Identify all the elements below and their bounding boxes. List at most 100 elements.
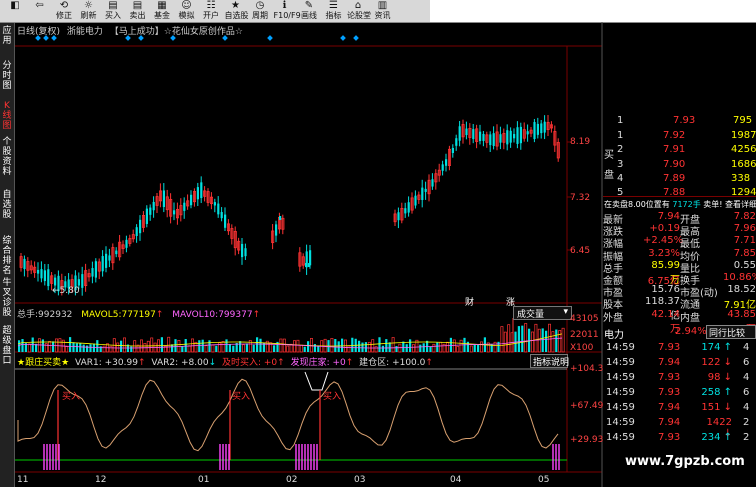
volume-bar bbox=[524, 323, 528, 353]
volume-bar bbox=[477, 345, 480, 352]
tick-cell: 6 bbox=[743, 387, 750, 398]
volume-bar bbox=[432, 343, 436, 353]
volume-bar bbox=[409, 339, 412, 352]
volume-bar bbox=[395, 346, 398, 352]
volume-bar bbox=[204, 345, 208, 353]
volume-bar bbox=[150, 337, 154, 353]
volume-bar bbox=[146, 340, 150, 353]
candle bbox=[162, 190, 165, 208]
tick-cell: 2 bbox=[743, 417, 750, 428]
x-axis-label: 03 bbox=[354, 475, 366, 485]
tick-row[interactable]: 14:59 7.93 98 ↓ 4 bbox=[603, 372, 756, 385]
volume-bar bbox=[38, 338, 41, 353]
tick-cell: 14:59 bbox=[606, 417, 635, 428]
marker-icon bbox=[125, 35, 131, 41]
indicator-header: ★跟庄买卖★ VAR1: +30.99↑ VAR2: +8.00↓ 及时买入: … bbox=[17, 358, 433, 368]
marker-icon bbox=[222, 35, 228, 41]
volume-tick: 22011 bbox=[570, 330, 599, 340]
event-label[interactable]: 财 bbox=[465, 295, 474, 308]
tick-cell: 7.94 bbox=[658, 402, 681, 413]
volume-bar bbox=[187, 345, 191, 353]
candle bbox=[279, 216, 282, 220]
volume-bar bbox=[184, 339, 187, 352]
ask-row[interactable]: 1 7.93 795 bbox=[603, 115, 756, 128]
candle bbox=[105, 253, 108, 268]
volume-bar bbox=[367, 341, 371, 353]
tick-cell: 7.93 bbox=[658, 372, 681, 383]
candle bbox=[499, 134, 502, 143]
volume-bar bbox=[27, 343, 31, 353]
bid-row[interactable]: 3 7.90 1686 bbox=[603, 159, 756, 172]
x-axis-label: 05 bbox=[538, 475, 550, 485]
mavol10-label: MAVOL10: bbox=[172, 310, 219, 320]
volume-bar bbox=[259, 338, 262, 352]
stat-value: 7.85 bbox=[733, 247, 756, 259]
total-label: 总手: bbox=[17, 310, 39, 320]
volume-bar bbox=[296, 339, 300, 353]
cell: 7.91 bbox=[663, 144, 686, 156]
candle bbox=[482, 133, 485, 141]
volume-bar bbox=[279, 338, 283, 353]
tick-row[interactable]: 14:59 7.94 1422 ↓ 2 bbox=[603, 417, 756, 439]
candle bbox=[47, 269, 50, 287]
volume-bar bbox=[58, 338, 62, 353]
bid-row[interactable]: 1 7.92 1987 bbox=[603, 130, 756, 143]
peer-compare-tab[interactable]: 同行比较 bbox=[706, 325, 756, 339]
cell: 338 bbox=[731, 172, 751, 184]
candle bbox=[472, 129, 475, 140]
var1-line bbox=[17, 378, 559, 452]
volume-tab[interactable]: 成交量 ▾ bbox=[513, 306, 572, 320]
volume-bar bbox=[341, 338, 344, 352]
low-price-label: ←5.80 bbox=[52, 286, 80, 296]
tick-cell: 234 ↑ bbox=[701, 432, 732, 443]
volume-bar bbox=[497, 341, 500, 352]
candle bbox=[458, 126, 461, 141]
candle bbox=[213, 202, 216, 206]
x-axis-label: 04 bbox=[450, 475, 462, 485]
volume-bar bbox=[385, 339, 388, 352]
candle bbox=[516, 127, 519, 144]
tick-row[interactable]: 14:59 7.93 258 ↑ 6 bbox=[603, 387, 756, 400]
tick-row[interactable]: 14:59 7.93 234 ↑ 2 bbox=[603, 432, 756, 445]
candle bbox=[509, 130, 512, 143]
volume-bar bbox=[558, 330, 562, 353]
tick-cell: 4 bbox=[743, 342, 750, 353]
volume-bar bbox=[429, 346, 432, 352]
cell: 1 bbox=[617, 115, 624, 126]
volume-bar bbox=[469, 345, 473, 353]
volume-bar bbox=[480, 341, 483, 353]
volume-bar bbox=[102, 345, 106, 353]
tick-row[interactable]: 14:59 7.94 151 ↓ 4 bbox=[603, 402, 756, 415]
volume-bar bbox=[330, 338, 334, 353]
volume-bar bbox=[225, 339, 228, 352]
cell: 7.90 bbox=[663, 158, 686, 170]
volume-bar bbox=[303, 346, 306, 352]
x-axis-label: 02 bbox=[286, 475, 298, 485]
tick-cell: 14:59 bbox=[606, 342, 635, 353]
price-tick: 7.32 bbox=[570, 193, 591, 203]
sector-name[interactable]: 电力 bbox=[604, 326, 624, 341]
stat-value: 15.76 bbox=[651, 284, 680, 296]
var1: VAR1: +30.99 bbox=[75, 358, 138, 368]
volume-bar bbox=[174, 339, 177, 352]
tick-cell: 4 bbox=[743, 372, 750, 383]
volume-bar bbox=[521, 325, 524, 352]
tick-row[interactable]: 14:59 7.94 122 ↓ 6 bbox=[603, 357, 756, 370]
bid-row[interactable]: 4 7.89 338 bbox=[603, 173, 756, 186]
bid-row[interactable]: 2 7.91 4256 bbox=[603, 144, 756, 157]
volume-bar bbox=[548, 323, 551, 353]
candle bbox=[37, 269, 40, 274]
watermark: www.7gpzb.com bbox=[625, 454, 745, 469]
indicator-tick: +104.3 bbox=[570, 364, 604, 374]
marker-icon bbox=[35, 35, 41, 41]
tick-row[interactable]: 14:59 7.93 174 ↑ 4 bbox=[603, 342, 756, 355]
volume-bar bbox=[337, 341, 340, 352]
tick-cell: 14:59 bbox=[606, 372, 635, 383]
big-order-alert[interactable]: 在卖盘8.00位置有 7172手 卖单! 查看详细 bbox=[604, 199, 756, 210]
stat-row: 市盈 15.76 市盈(动) 18.52 bbox=[603, 284, 756, 299]
buy-signal-label: 买入 bbox=[62, 392, 81, 402]
indicator-help-button[interactable]: 指标说明 bbox=[530, 354, 569, 368]
sector-change: 2.94% bbox=[675, 326, 707, 337]
volume-bar bbox=[211, 344, 215, 353]
tick-cell: 14:59 bbox=[606, 357, 635, 368]
